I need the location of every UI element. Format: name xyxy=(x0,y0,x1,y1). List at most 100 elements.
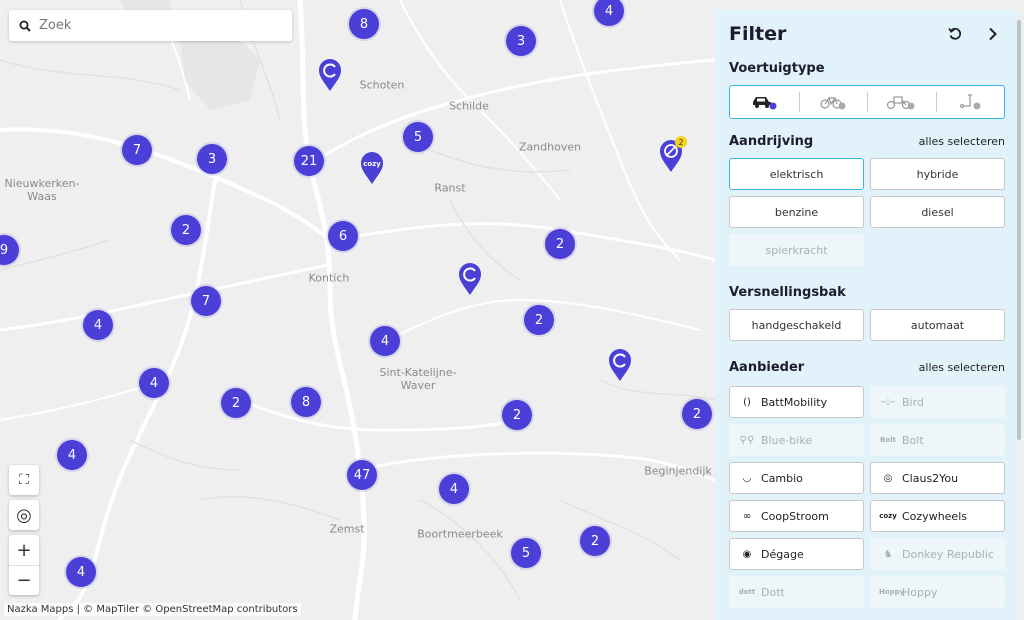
cluster-marker[interactable]: 2 xyxy=(524,305,554,335)
cluster-marker[interactable]: 4 xyxy=(370,326,400,356)
cluster-marker[interactable]: 2 xyxy=(502,400,532,430)
zoom-out-button[interactable]: − xyxy=(9,565,39,595)
provider-logo-icon: ~◊~ xyxy=(880,398,896,406)
provider-label: BattMobility xyxy=(761,395,828,409)
cluster-marker[interactable]: 2 xyxy=(221,388,251,418)
propulsion-option-elektrisch[interactable]: elektrisch xyxy=(729,158,864,190)
vehicle-type-selector xyxy=(729,85,1005,119)
provider-label: Donkey Republic xyxy=(902,547,994,561)
provider-logo-icon: () xyxy=(743,396,751,408)
gearbox-option-automaat[interactable]: automaat xyxy=(870,309,1005,341)
provider-label: Blue-bike xyxy=(761,433,813,447)
provider-option-coopstroom[interactable]: ∞ CoopStroom xyxy=(729,500,864,532)
cluster-marker[interactable]: 7 xyxy=(191,286,221,316)
place-label: Schoten xyxy=(359,78,405,92)
search-input[interactable] xyxy=(39,18,279,33)
gearbox-options: handgeschakeld automaat xyxy=(729,309,1005,341)
provider-label: Dégage xyxy=(761,547,804,561)
cambio-pin-icon[interactable] xyxy=(317,58,343,92)
cluster-marker[interactable]: 2 xyxy=(545,229,575,259)
propulsion-option-diesel[interactable]: diesel xyxy=(870,196,1005,228)
search-box[interactable] xyxy=(9,10,292,41)
cluster-marker[interactable]: 2 xyxy=(580,526,610,556)
cluster-marker[interactable]: 21 xyxy=(294,146,324,176)
provider-option-d-gage[interactable]: ◉ Dégage xyxy=(729,538,864,570)
provider-option-blue-bike: ⚲⚲ Blue-bike xyxy=(729,424,864,456)
pin-count-badge: 2 xyxy=(675,136,687,148)
provider-label: Dott xyxy=(761,585,785,599)
cambio-pin-icon[interactable] xyxy=(457,262,483,296)
provider-label: Hoppy xyxy=(902,585,938,599)
provider-logo-icon: ◎ xyxy=(883,472,893,484)
cambio-pin-icon[interactable] xyxy=(607,348,633,382)
cluster-marker[interactable]: 47 xyxy=(347,460,377,490)
propulsion-option-hybride[interactable]: hybride xyxy=(870,158,1005,190)
provider-option-hoppy: Hoppy Hoppy xyxy=(870,576,1005,608)
provider-logo-icon: ♞ xyxy=(883,548,893,560)
provider-select-all[interactable]: alles selecteren xyxy=(919,361,1005,374)
provider-label: Cozywheels xyxy=(902,509,967,523)
provider-label: Bird xyxy=(902,395,924,409)
vehicle-type-car[interactable] xyxy=(730,86,799,118)
provider-logo-icon: cozy xyxy=(879,512,897,520)
place-label: Nieuwkerken- Waas xyxy=(4,177,80,203)
provider-option-battmobility[interactable]: () BattMobility xyxy=(729,386,864,418)
provider-logo-icon: Hoppy xyxy=(879,588,905,596)
cluster-marker[interactable]: 4 xyxy=(139,368,169,398)
cluster-marker[interactable]: 8 xyxy=(349,9,379,39)
provider-logo-icon: dott xyxy=(738,588,756,596)
vehicle-type-title: Voertuigtype xyxy=(729,60,825,76)
scooter-icon xyxy=(958,94,982,110)
provider-option-cozywheels[interactable]: cozy Cozywheels xyxy=(870,500,1005,532)
provider-logo-icon: Bolt xyxy=(880,436,896,444)
propulsion-select-all[interactable]: alles selecteren xyxy=(919,135,1005,148)
provider-option-cambio[interactable]: ◡ Cambio xyxy=(729,462,864,494)
provider-option-bolt: Bolt Bolt xyxy=(870,424,1005,456)
propulsion-option-benzine[interactable]: benzine xyxy=(729,196,864,228)
locate-control: ◎ xyxy=(9,500,39,530)
locate-icon[interactable]: ◎ xyxy=(9,500,39,530)
cluster-marker[interactable]: 4 xyxy=(83,310,113,340)
cluster-marker[interactable]: 2 xyxy=(682,399,712,429)
search-icon xyxy=(19,20,31,32)
place-label: Beginjendijk xyxy=(644,464,712,478)
gearbox-option-handgeschakeld[interactable]: handgeschakeld xyxy=(729,309,864,341)
cluster-marker[interactable]: 5 xyxy=(511,538,541,568)
vehicle-type-bike[interactable] xyxy=(798,86,868,118)
cluster-marker[interactable]: 3 xyxy=(506,26,536,56)
cluster-marker[interactable]: 2 xyxy=(171,215,201,245)
provider-option-claus2you[interactable]: ◎ Claus2You xyxy=(870,462,1005,494)
provider-logo-icon: ◉ xyxy=(742,548,752,560)
panel-scrollbar[interactable] xyxy=(1017,20,1021,440)
cargo-bike-icon xyxy=(886,94,916,110)
place-label: Schilde xyxy=(449,99,489,113)
cluster-marker[interactable]: 4 xyxy=(57,440,87,470)
place-label: Zandhoven xyxy=(518,140,582,154)
provider-option-donkey-republic: ♞ Donkey Republic xyxy=(870,538,1005,570)
provider-option-bird: ~◊~ Bird xyxy=(870,386,1005,418)
cluster-marker[interactable]: 7 xyxy=(122,135,152,165)
fullscreen-icon[interactable]: ⛶ xyxy=(9,465,39,495)
fullscreen-control: ⛶ xyxy=(9,465,39,495)
place-label: Ranst xyxy=(434,181,466,195)
zoom-in-button[interactable]: + xyxy=(9,535,39,565)
cozy-pin-icon[interactable]: cozy xyxy=(359,151,385,185)
cluster-marker[interactable]: 6 xyxy=(328,221,358,251)
svg-text:cozy: cozy xyxy=(363,160,381,168)
vehicle-type-scooter[interactable] xyxy=(935,86,1005,118)
cluster-marker[interactable]: 4 xyxy=(439,474,469,504)
chevron-right-icon[interactable] xyxy=(981,22,1005,46)
map-attribution: Nazka Mapps | © MapTiler © OpenStreetMap… xyxy=(4,603,301,616)
vehicle-type-cargo-bike[interactable] xyxy=(867,86,936,118)
provider-logo-icon: ⚲⚲ xyxy=(739,434,755,446)
filter-header: Filter xyxy=(729,22,1005,46)
cluster-marker[interactable]: 8 xyxy=(291,387,321,417)
blocked-pin-icon[interactable]: 2 xyxy=(658,136,687,173)
filter-title: Filter xyxy=(729,23,787,45)
place-label: Zemst xyxy=(329,522,365,536)
cluster-marker[interactable]: 3 xyxy=(197,144,227,174)
cluster-marker[interactable]: 4 xyxy=(66,557,96,587)
gearbox-title: Versnellingsbak xyxy=(729,284,846,300)
cluster-marker[interactable]: 5 xyxy=(403,122,433,152)
reset-icon[interactable] xyxy=(943,22,967,46)
